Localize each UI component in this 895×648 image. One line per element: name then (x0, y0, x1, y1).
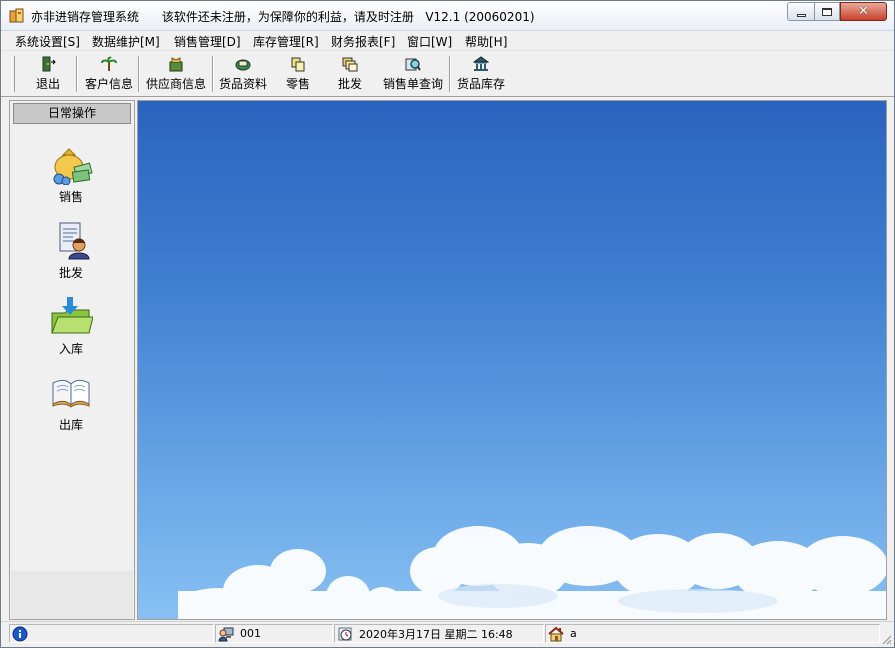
panel-item-label: 批发 (58, 266, 83, 280)
retail-label: 零售 (285, 77, 310, 91)
panel-footer (11, 571, 133, 619)
goods-book-icon (235, 59, 251, 71)
goods-data-label: 货品资料 (218, 77, 267, 91)
sales-order-query-button[interactable]: 销售单查询 (381, 56, 445, 94)
palm-tree-icon (101, 56, 117, 71)
menu-system-settings[interactable]: 系统设置[S] (15, 33, 80, 50)
close-icon: ✕ (858, 4, 869, 19)
title-bar[interactable]: 亦非进销存管理系统 该软件还未注册，为保障你的利益，请及时注册 V12.1 (2… (1, 1, 894, 31)
status-datetime: 2020年3月17日 星期二 16:48 (359, 627, 513, 641)
goods-data-button[interactable]: 货品资料 (217, 56, 269, 94)
toolbar-separator (449, 56, 451, 92)
menu-bar: 系统设置[S] 数据维护[M] 销售管理[D] 库存管理[R] 财务报表[F] … (1, 31, 894, 51)
panel-item-label: 销售 (58, 190, 83, 204)
maximize-icon (822, 7, 832, 16)
wholesale-label: 批发 (337, 77, 362, 91)
supplier-info-button[interactable]: 供应商信息 (144, 56, 208, 94)
daily-operations-panel: 日常操作 销售 批发 入库 出库 (9, 100, 135, 620)
toolbar-separator (138, 56, 140, 92)
bank-icon (473, 56, 489, 71)
status-bar: 001 2020年3月17日 星期二 16:48 a (1, 621, 894, 647)
panel-header[interactable]: 日常操作 (13, 103, 131, 124)
status-user-name: a (570, 627, 577, 640)
supplier-box-icon (169, 57, 183, 72)
window-title: 亦非进销存管理系统 该软件还未注册，为保障你的利益，请及时注册 V12.1 (2… (31, 10, 535, 24)
minimize-button[interactable] (787, 2, 814, 21)
panel-item-label: 出库 (58, 418, 83, 432)
resize-grip-icon[interactable] (880, 633, 892, 645)
exit-door-icon (42, 56, 56, 72)
clock-icon (338, 627, 352, 640)
status-info-cell (9, 624, 214, 643)
exit-label: 退出 (35, 77, 60, 91)
minimize-icon (796, 14, 806, 17)
info-icon (12, 626, 28, 641)
open-book-icon (52, 380, 90, 408)
folder-download-icon (51, 297, 93, 334)
menu-help[interactable]: 帮助[H] (465, 33, 507, 50)
panel-item-stock-in[interactable]: 入库 (40, 297, 102, 357)
goods-inventory-label: 货品库存 (456, 77, 505, 91)
maximize-button[interactable] (814, 2, 840, 21)
customer-info-button[interactable]: 客户信息 (83, 56, 135, 94)
customer-info-label: 客户信息 (84, 77, 133, 91)
exit-button[interactable]: 退出 (31, 56, 65, 94)
copy-pages-icon (291, 57, 305, 72)
retail-button[interactable]: 零售 (283, 56, 313, 94)
menu-data-maintenance[interactable]: 数据维护[M] (92, 33, 160, 50)
panel-item-wholesale[interactable]: 批发 (40, 221, 102, 281)
home-icon (548, 626, 564, 641)
magnifier-icon (405, 58, 421, 71)
stacked-pages-icon (342, 57, 358, 72)
status-user-id-cell: 001 (215, 624, 333, 643)
document-person-icon (59, 222, 90, 260)
close-button[interactable]: ✕ (840, 2, 887, 21)
status-user-id: 001 (240, 627, 261, 640)
toolbar-grip[interactable] (11, 56, 15, 92)
menu-window[interactable]: 窗口[W] (407, 33, 452, 50)
app-window: 亦非进销存管理系统 该软件还未注册，为保障你的利益，请及时注册 V12.1 (2… (0, 0, 895, 648)
toolbar: 退出 客户信息 供应商信息 货品资料 零售 批发 销售单查询 货品库存 (1, 52, 894, 97)
panel-item-stock-out[interactable]: 出库 (40, 373, 102, 433)
toolbar-separator (212, 56, 214, 92)
money-bag-icon (53, 148, 93, 185)
supplier-info-label: 供应商信息 (145, 77, 206, 91)
app-logo-icon (9, 8, 24, 23)
menu-financial-reports[interactable]: 财务报表[F] (331, 33, 395, 50)
menu-inventory-management[interactable]: 库存管理[R] (253, 33, 319, 50)
status-datetime-cell: 2020年3月17日 星期二 16:48 (334, 624, 544, 643)
toolbar-separator (76, 56, 78, 92)
mdi-workspace[interactable] (137, 100, 887, 620)
goods-inventory-button[interactable]: 货品库存 (455, 56, 507, 94)
panel-item-label: 入库 (58, 342, 83, 356)
sales-order-query-label: 销售单查询 (382, 77, 443, 91)
menu-sales-management[interactable]: 销售管理[D] (174, 33, 241, 50)
panel-item-sales[interactable]: 销售 (40, 145, 102, 205)
wholesale-button[interactable]: 批发 (335, 56, 365, 94)
clouds-background (178, 526, 886, 619)
status-user-name-cell: a (545, 624, 880, 643)
user-computer-icon (218, 627, 234, 641)
